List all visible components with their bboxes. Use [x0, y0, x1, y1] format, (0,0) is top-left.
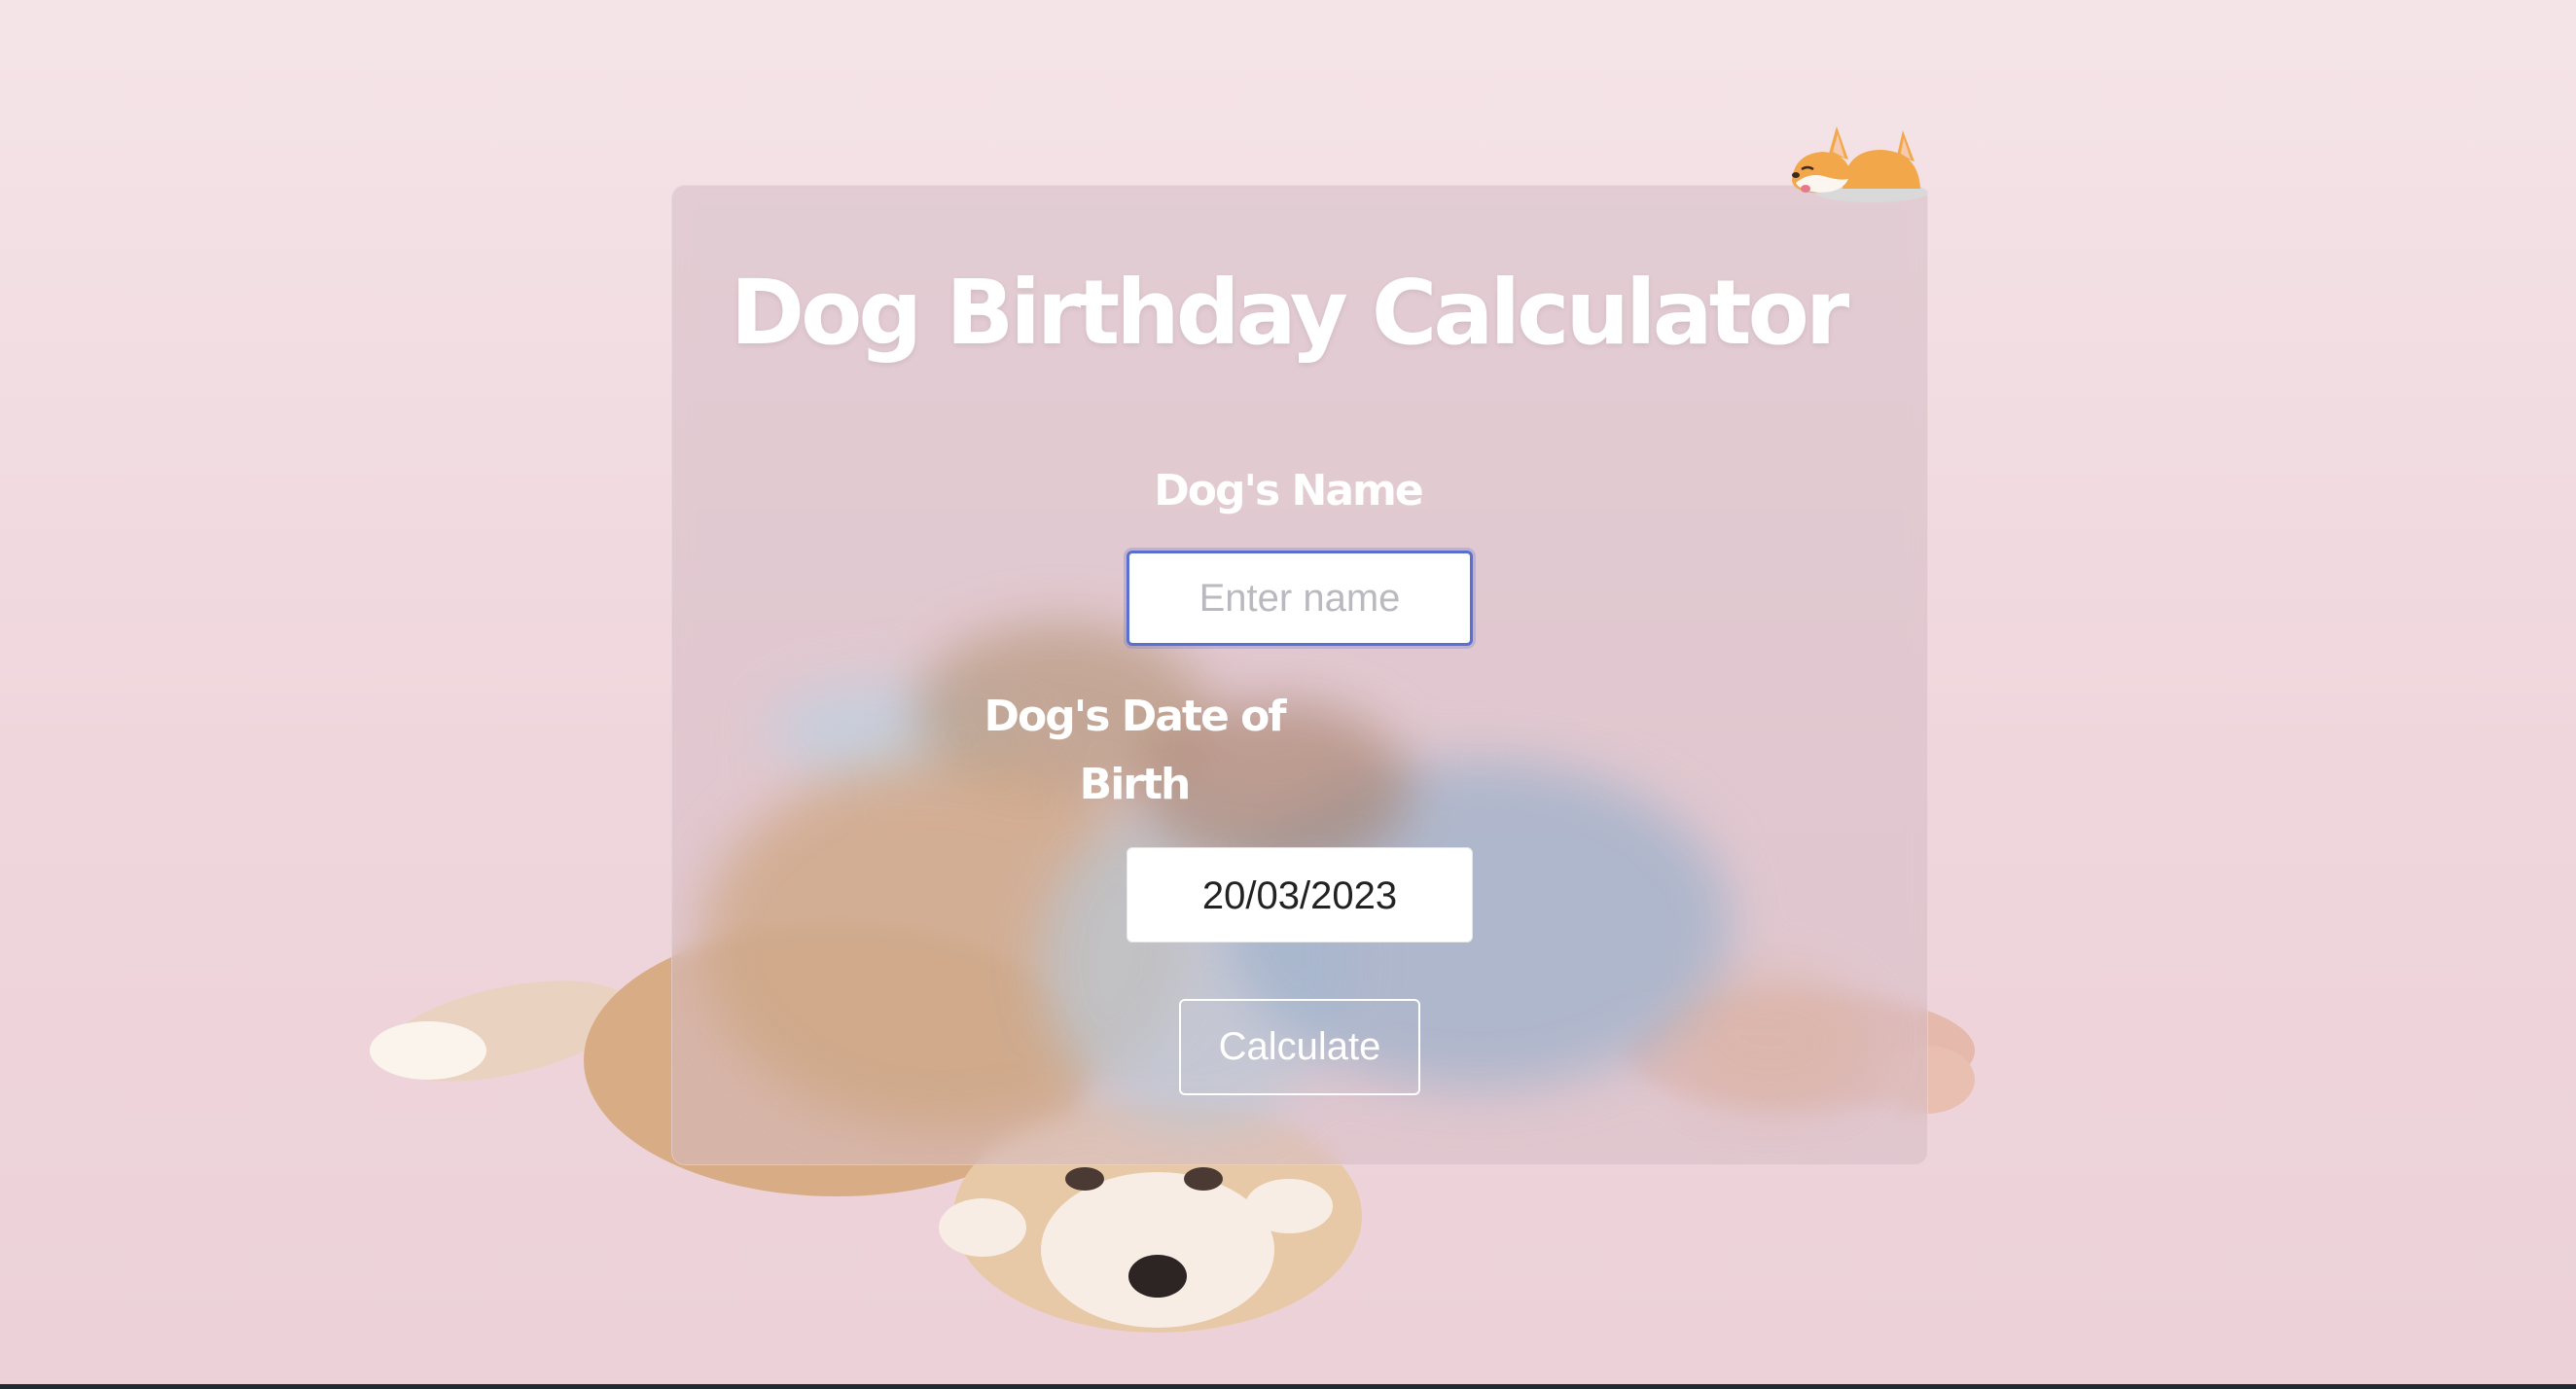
sleeping-corgi-icon — [1792, 126, 1928, 202]
calculate-button[interactable]: Calculate — [1179, 999, 1420, 1095]
dog-name-input[interactable] — [1127, 551, 1473, 646]
bottom-strip — [0, 1384, 2576, 1389]
dog-dob-label: Dog's Date of Birth — [984, 692, 1286, 809]
page-title: Dog Birthday Calculator — [730, 261, 1849, 365]
page-background: Dog Birthday Calculator Dog's Name Dog's… — [0, 0, 2576, 1389]
dog-name-label: Dog's Name — [1154, 466, 1423, 516]
dog-dob-input[interactable]: 20/03/2023 — [1127, 847, 1473, 943]
